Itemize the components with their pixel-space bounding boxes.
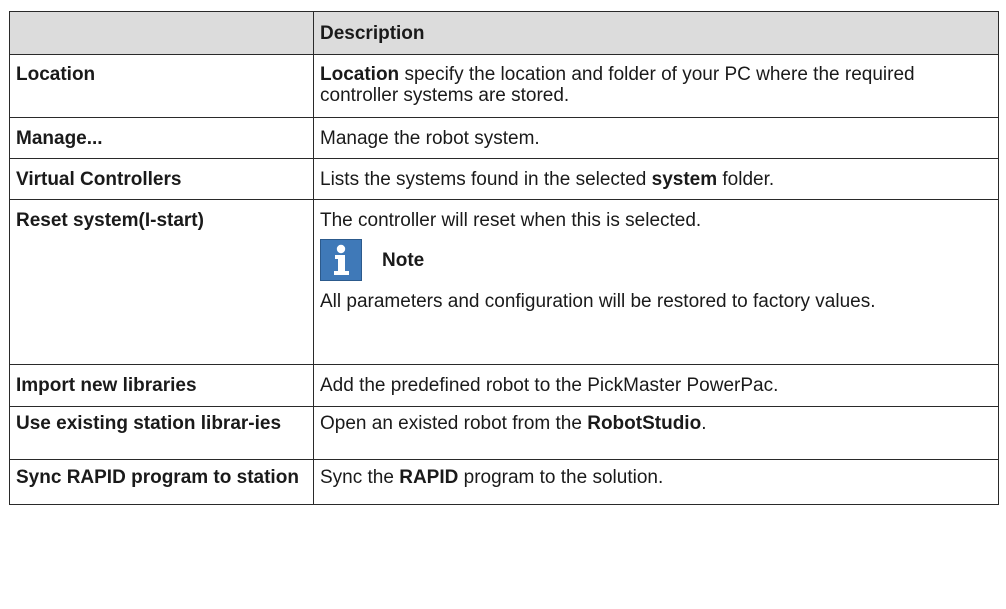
description-text: Sync the (320, 467, 400, 488)
param-description: Manage the robot system. (313, 117, 999, 159)
description-text: The controller will reset when this is s… (320, 210, 702, 231)
note-label: Note (382, 249, 425, 271)
description-text: program to the solution. (458, 467, 664, 488)
keyword: RAPID (399, 467, 459, 488)
description-text: specify the location and folder of your … (320, 64, 915, 106)
note-header: Note (320, 239, 994, 281)
keyword: Location (320, 64, 400, 85)
parameter-table: Description Location Location specify th… (9, 11, 999, 505)
param-description: Sync the RAPID program to the solution. (313, 459, 999, 505)
description-text: . (701, 413, 707, 434)
table-row: Use existing station librar-ies Open an … (9, 406, 999, 460)
table-row: Virtual Controllers Lists the systems fo… (9, 158, 999, 200)
param-description: Add the predefined robot to the PickMast… (313, 364, 999, 407)
table-row: Manage... Manage the robot system. (9, 117, 999, 159)
table-row: Import new libraries Add the predefined … (9, 364, 999, 407)
description-text: folder. (717, 169, 775, 190)
param-name: Location (9, 54, 314, 118)
note-text: All parameters and configuration will be… (320, 291, 876, 312)
param-name: Reset system(I-start) (9, 199, 314, 365)
header-description: Description (313, 11, 999, 55)
description-text: Open an existed robot from the (320, 413, 588, 434)
header-parameter (9, 11, 314, 55)
description-text: Lists the systems found in the selected (320, 169, 652, 190)
param-name: Manage... (9, 117, 314, 159)
param-description: Open an existed robot from the RobotStud… (313, 406, 999, 460)
table-row: Location Location specify the location a… (9, 54, 999, 118)
keyword: RobotStudio (587, 413, 702, 434)
param-description: Location specify the location and folder… (313, 54, 999, 118)
param-description: The controller will reset when this is s… (313, 199, 999, 365)
table-row: Sync RAPID program to station Sync the R… (9, 459, 999, 505)
param-description: Lists the systems found in the selected … (313, 158, 999, 200)
param-name: Use existing station librar-ies (9, 406, 314, 460)
param-name: Sync RAPID program to station (9, 459, 314, 505)
keyword: system (651, 169, 718, 190)
table-row: Reset system(I-start) The controller wil… (9, 199, 999, 365)
param-name: Import new libraries (9, 364, 314, 407)
table-header-row: Description (9, 11, 999, 55)
param-name: Virtual Controllers (9, 158, 314, 200)
info-icon (320, 239, 362, 281)
